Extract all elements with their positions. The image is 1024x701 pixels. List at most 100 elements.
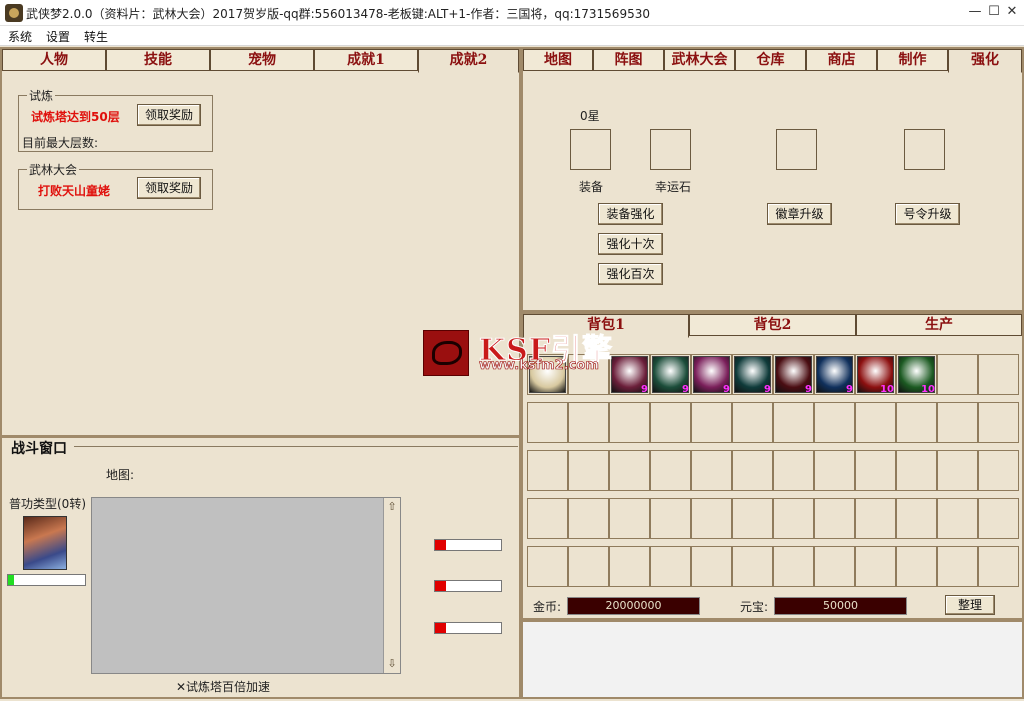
inventory-slot[interactable] [609, 498, 650, 539]
inventory-slot[interactable] [527, 498, 568, 539]
inventory-slot[interactable] [568, 402, 609, 443]
inventory-slot[interactable] [609, 402, 650, 443]
tab-martial-conference[interactable]: 武林大会 [664, 49, 735, 71]
tab-pets[interactable]: 宠物 [210, 49, 314, 71]
command-upgrade-button[interactable]: 号令升级 [895, 203, 960, 225]
enemy-hp-fill [435, 623, 446, 633]
player-avatar[interactable] [23, 516, 67, 570]
inventory-slot[interactable] [609, 450, 650, 491]
tab-formation[interactable]: 阵图 [593, 49, 664, 71]
inventory-slot[interactable]: 9 [773, 354, 814, 395]
inventory-slot[interactable] [855, 402, 896, 443]
martial-claim-reward-button[interactable]: 领取奖励 [137, 177, 201, 199]
inventory-slot[interactable] [814, 498, 855, 539]
tab-shop[interactable]: 商店 [806, 49, 877, 71]
inventory-slot[interactable] [978, 354, 1019, 395]
inventory-slot[interactable] [773, 450, 814, 491]
menu-system[interactable]: 系统 [8, 28, 32, 45]
tab-achievement-1[interactable]: 成就1 [314, 49, 418, 71]
inventory-slot[interactable] [732, 498, 773, 539]
item-count: 9 [764, 384, 771, 395]
ksf-logo-icon [423, 330, 469, 376]
inventory-slot[interactable] [896, 498, 937, 539]
tab-warehouse[interactable]: 仓库 [735, 49, 806, 71]
ingot-label: 元宝: [740, 600, 769, 614]
enhance-hundred-times-button[interactable]: 强化百次 [598, 263, 663, 285]
trial-claim-reward-button[interactable]: 领取奖励 [137, 104, 201, 126]
inventory-slot[interactable] [732, 450, 773, 491]
badge-slot[interactable] [776, 129, 817, 170]
equipment-slot[interactable] [570, 129, 611, 170]
inventory-slot[interactable]: 9 [732, 354, 773, 395]
inventory-slot[interactable] [732, 402, 773, 443]
inventory-slot[interactable]: 9 [650, 354, 691, 395]
equipment-enhance-button[interactable]: 装备强化 [598, 203, 663, 225]
command-slot[interactable] [904, 129, 945, 170]
battle-log-scrollbar[interactable]: ⇧ ⇩ [383, 498, 400, 673]
inventory-slot[interactable] [855, 498, 896, 539]
lucky-stone-slot[interactable] [650, 129, 691, 170]
inventory-slot[interactable] [568, 498, 609, 539]
inventory-slot[interactable] [609, 546, 650, 587]
inventory-slot[interactable] [937, 450, 978, 491]
inventory-slot[interactable] [650, 450, 691, 491]
inventory-slot[interactable] [814, 450, 855, 491]
scroll-down-icon[interactable]: ⇩ [385, 657, 399, 671]
tab-character[interactable]: 人物 [2, 49, 106, 71]
inventory-slot[interactable] [773, 546, 814, 587]
tab-enhance[interactable]: 强化 [948, 49, 1022, 73]
tab-map[interactable]: 地图 [523, 49, 593, 71]
inventory-slot[interactable]: 10 [855, 354, 896, 395]
inventory-slot[interactable]: 9 [814, 354, 855, 395]
inventory-slot[interactable] [773, 402, 814, 443]
inventory-slot[interactable] [773, 498, 814, 539]
battle-log-area[interactable]: ⇧ ⇩ [91, 497, 401, 674]
inventory-slot[interactable] [896, 450, 937, 491]
inventory-slot[interactable] [978, 450, 1019, 491]
inventory-slot[interactable] [527, 402, 568, 443]
inventory-slot[interactable] [937, 498, 978, 539]
inventory-slot[interactable] [855, 546, 896, 587]
inventory-slot[interactable] [978, 402, 1019, 443]
scroll-up-icon[interactable]: ⇧ [385, 500, 399, 514]
inventory-slot[interactable]: 9 [691, 354, 732, 395]
inventory-slot[interactable] [732, 546, 773, 587]
inventory-slot[interactable] [691, 450, 732, 491]
inventory-slot[interactable] [568, 546, 609, 587]
inventory-slot[interactable] [814, 546, 855, 587]
tab-achievement-2[interactable]: 成就2 [418, 49, 519, 73]
inventory-slot[interactable] [814, 402, 855, 443]
map-label: 地图: [106, 468, 135, 482]
tab-skills[interactable]: 技能 [106, 49, 210, 71]
inventory-slot[interactable]: 10 [896, 354, 937, 395]
inventory-slot[interactable] [978, 546, 1019, 587]
inventory-slot[interactable] [691, 498, 732, 539]
inventory-slot[interactable] [978, 498, 1019, 539]
badge-upgrade-button[interactable]: 徽章升级 [767, 203, 832, 225]
tower-speedup-toggle[interactable]: ✕试炼塔百倍加速 [176, 678, 270, 695]
inventory-slot[interactable] [568, 450, 609, 491]
sort-inventory-button[interactable]: 整理 [945, 595, 995, 615]
inventory-slot[interactable] [937, 354, 978, 395]
enhance-ten-times-button[interactable]: 强化十次 [598, 233, 663, 255]
tab-production[interactable]: 生产 [856, 314, 1022, 336]
inventory-slot[interactable] [527, 546, 568, 587]
inventory-slot[interactable] [896, 402, 937, 443]
tab-crafting[interactable]: 制作 [877, 49, 948, 71]
inventory-slot[interactable] [937, 402, 978, 443]
close-button[interactable]: ✕ [1001, 3, 1023, 21]
inventory-slot[interactable]: 9 [609, 354, 650, 395]
inventory-slot[interactable] [650, 546, 691, 587]
inventory-slot[interactable] [650, 498, 691, 539]
inventory-slot[interactable] [691, 402, 732, 443]
player-progress-fill [8, 575, 15, 585]
inventory-slot[interactable] [896, 546, 937, 587]
tab-bag-2[interactable]: 背包2 [689, 314, 856, 336]
inventory-slot[interactable] [691, 546, 732, 587]
inventory-slot[interactable] [527, 450, 568, 491]
menu-settings[interactable]: 设置 [46, 28, 70, 45]
menu-rebirth[interactable]: 转生 [84, 28, 108, 45]
inventory-slot[interactable] [650, 402, 691, 443]
inventory-slot[interactable] [937, 546, 978, 587]
inventory-slot[interactable] [855, 450, 896, 491]
